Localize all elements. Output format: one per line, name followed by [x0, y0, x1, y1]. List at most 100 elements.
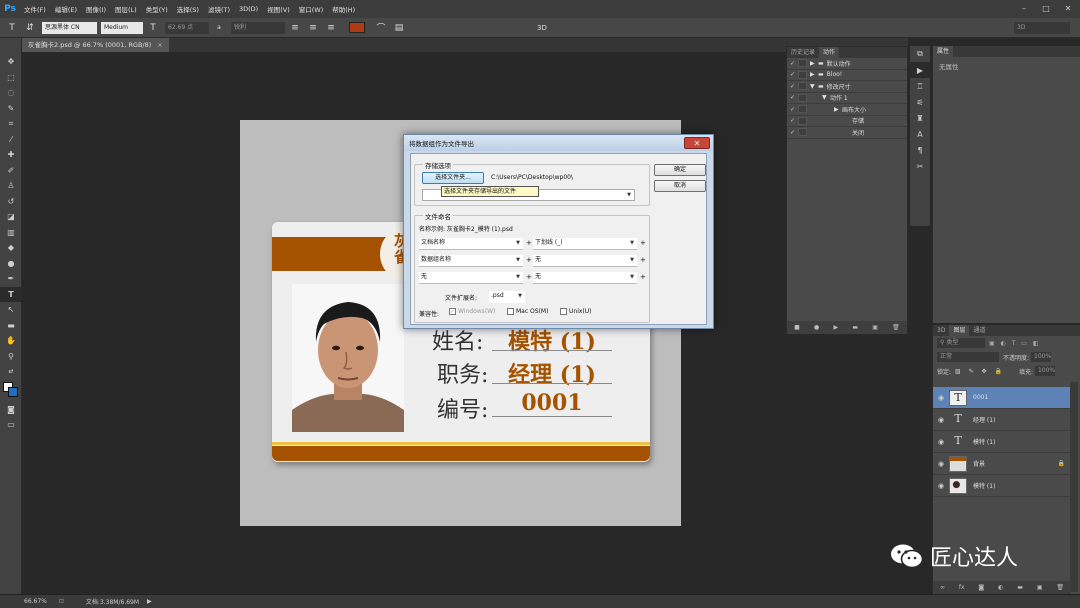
zoom-level[interactable]: 66.67%: [24, 598, 47, 605]
menu-type[interactable]: 类型(Y): [146, 4, 168, 14]
action-row[interactable]: ✓ ▶ ▬ 默认动作: [787, 58, 907, 70]
text-tool-icon[interactable]: T: [6, 23, 18, 33]
naming-row3-right-select[interactable]: 无 ▼: [533, 272, 637, 284]
antialias-select[interactable]: 锐利: [231, 21, 285, 34]
history-brush-icon[interactable]: ↺: [0, 194, 22, 210]
path-select-icon[interactable]: ↖: [0, 302, 22, 318]
mask-icon[interactable]: ◙: [978, 584, 984, 591]
zoom-tool-icon[interactable]: ⚲: [0, 349, 22, 365]
lock-icons[interactable]: ▧ ✎ ✥ 🔒: [955, 368, 1005, 375]
eraser-tool-icon[interactable]: ◪: [0, 209, 22, 225]
stop-icon[interactable]: ■: [794, 324, 800, 331]
opacity-field[interactable]: 100%: [1031, 352, 1052, 362]
marquee-tool-icon[interactable]: ⬚: [0, 70, 22, 86]
menu-view[interactable]: 视图(V): [267, 4, 290, 14]
menu-filter[interactable]: 滤镜(T): [208, 4, 230, 14]
tab-3d[interactable]: 3D: [933, 325, 949, 336]
color-swatches[interactable]: [0, 380, 21, 402]
action-row[interactable]: ✓ ▶ ▬ Bloo!: [787, 70, 907, 81]
font-style-select[interactable]: Medium: [101, 21, 143, 34]
naming-row1-left-select[interactable]: 文档名称 ▼: [419, 238, 523, 250]
blur-tool-icon[interactable]: ◆: [0, 240, 22, 256]
move-tool-icon[interactable]: ✥: [0, 54, 22, 70]
pen-tool-icon[interactable]: ✒: [0, 271, 22, 287]
align-center-icon[interactable]: ≡: [307, 23, 319, 33]
layer-row[interactable]: ◉ 背景 🔒: [933, 453, 1071, 475]
toggle-orientation-icon[interactable]: ⇵: [24, 23, 36, 33]
healing-tool-icon[interactable]: ✚: [0, 147, 22, 163]
eye-icon[interactable]: ◉: [933, 394, 949, 402]
action-row[interactable]: ✓ ▼ ▬ 修改尺寸: [787, 81, 907, 93]
record-icon[interactable]: ●: [814, 324, 819, 331]
filter-icons[interactable]: ▣ ◐ T ▭ ◧: [989, 340, 1041, 347]
tab-layers[interactable]: 图层: [949, 325, 970, 336]
delete-icon[interactable]: 🗑: [892, 324, 900, 331]
action-row[interactable]: ✓ ▶ 画布大小: [787, 104, 907, 116]
choose-folder-button[interactable]: 选择文件夹...: [422, 172, 484, 184]
dialog-close-button[interactable]: ✕: [684, 137, 710, 149]
eye-icon[interactable]: ◉: [933, 416, 949, 424]
dodge-tool-icon[interactable]: ●: [0, 256, 22, 272]
quick-select-tool-icon[interactable]: ✎: [0, 101, 22, 117]
character-icon[interactable]: A: [910, 126, 930, 142]
action-row[interactable]: ✓ 存储: [787, 116, 907, 127]
eye-icon[interactable]: ◉: [933, 482, 949, 490]
export-icon[interactable]: ⊡: [59, 598, 64, 605]
compat-mac-checkbox[interactable]: Mac OS(M): [507, 308, 548, 315]
naming-row2-left-select[interactable]: 数据组名称 ▼: [419, 255, 523, 267]
eyedropper-tool-icon[interactable]: ⁄: [0, 132, 22, 148]
new-action-icon[interactable]: ▣: [872, 324, 878, 331]
play-icon[interactable]: ▶: [834, 324, 839, 331]
dialog-titlebar[interactable]: 将数据组作为文件导出 ✕: [404, 135, 713, 151]
menu-file[interactable]: 文件(F): [24, 4, 46, 14]
font-size-field[interactable]: 62.69 点: [165, 21, 209, 34]
3d-mode-label[interactable]: 3D: [537, 24, 547, 32]
screen-mode-icon[interactable]: ▭: [0, 417, 22, 433]
blend-mode-select[interactable]: 正常: [937, 352, 999, 362]
fill-field[interactable]: 100%: [1034, 366, 1055, 376]
menu-edit[interactable]: 编辑(E): [55, 4, 77, 14]
shape-tool-icon[interactable]: ▬: [0, 318, 22, 334]
layer-row[interactable]: ◉ T 0001: [933, 387, 1071, 409]
delete-layer-icon[interactable]: 🗑: [1056, 584, 1064, 591]
text-color-swatch[interactable]: [349, 22, 365, 33]
quick-mask-icon[interactable]: ◙: [0, 402, 22, 418]
warp-text-icon[interactable]: ⌒: [375, 21, 387, 34]
eye-icon[interactable]: ◉: [933, 438, 949, 446]
clone-source-icon[interactable]: ♜: [910, 110, 930, 126]
align-left-icon[interactable]: ≡: [289, 23, 301, 33]
character-panel-icon[interactable]: ▤: [393, 23, 405, 33]
type-tool-icon[interactable]: T: [0, 286, 22, 302]
actions-play-icon[interactable]: ▶: [910, 62, 930, 78]
document-size[interactable]: 文档:3.38M/6.69M: [86, 597, 139, 606]
menu-image[interactable]: 图像(I): [86, 4, 106, 14]
close-window-icon[interactable]: ✕: [1058, 1, 1078, 16]
action-row[interactable]: ✓ 关闭: [787, 127, 907, 139]
swap-colors-icon[interactable]: ⇄: [0, 364, 22, 380]
document-tab[interactable]: 灰雀胸卡2.psd @ 66.7% (0001, RGB/8) ×: [22, 38, 169, 52]
layer-row[interactable]: ◉ 模特 (1): [933, 475, 1071, 497]
align-right-icon[interactable]: ≡: [325, 23, 337, 33]
minimize-icon[interactable]: –: [1014, 1, 1034, 16]
adjustments-icon[interactable]: ♖: [910, 78, 930, 94]
tab-actions[interactable]: 动作: [819, 47, 840, 58]
hand-tool-icon[interactable]: ✋: [0, 333, 22, 349]
action-row[interactable]: ✓ ▼ 动作 1: [787, 93, 907, 104]
menu-layer[interactable]: 图层(L): [115, 4, 137, 14]
maximize-icon[interactable]: □: [1036, 1, 1056, 16]
tool-presets-icon[interactable]: ✂: [910, 158, 930, 174]
fx-icon[interactable]: fx: [959, 584, 965, 591]
crop-tool-icon[interactable]: ⌗: [0, 116, 22, 132]
naming-row3-left-select[interactable]: 无 ▼: [419, 272, 523, 284]
menu-help[interactable]: 帮助(H): [332, 4, 355, 14]
link-icon[interactable]: ∞: [940, 584, 945, 591]
paragraph-icon[interactable]: ¶: [910, 142, 930, 158]
layers-scrollbar[interactable]: [1070, 382, 1078, 592]
tab-history[interactable]: 历史记录: [787, 47, 819, 58]
stamp-tool-icon[interactable]: ♙: [0, 178, 22, 194]
adjustment-icon[interactable]: ◐: [998, 584, 1003, 591]
history-icon[interactable]: ⧉: [910, 46, 930, 62]
tab-properties[interactable]: 属性: [933, 46, 954, 57]
naming-row2-right-select[interactable]: 无 ▼: [533, 255, 637, 267]
close-tab-icon[interactable]: ×: [157, 38, 162, 52]
